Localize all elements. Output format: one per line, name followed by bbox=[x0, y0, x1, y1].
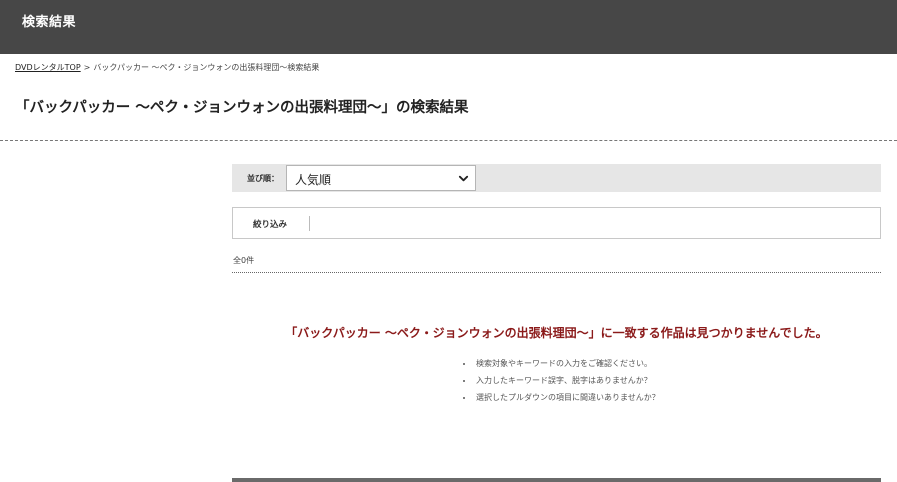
header-bar: 検索結果 bbox=[0, 0, 897, 54]
result-count: 全0件 bbox=[233, 256, 255, 265]
tip-item: 検索対象やキーワードの入力をご確認ください。 bbox=[474, 357, 660, 374]
filter-toggle[interactable]: 絞り込み bbox=[253, 218, 287, 230]
chevron-down-icon bbox=[458, 175, 469, 182]
breadcrumb-separator: > bbox=[83, 63, 91, 72]
sort-select[interactable]: 人気順 bbox=[286, 165, 476, 191]
filter-divider bbox=[309, 216, 310, 231]
sort-label: 並び順： bbox=[247, 174, 279, 183]
filter-box: 絞り込み bbox=[232, 207, 881, 239]
no-result-message: 「バックパッカー ～ペク・ジョンウォンの出張料理団～」に一致する作品は見つかりま… bbox=[285, 326, 828, 340]
tip-item: 入力したキーワード誤字、脱字はありませんか？ bbox=[474, 374, 660, 391]
sort-select-value: 人気順 bbox=[295, 173, 332, 187]
breadcrumb-current: バックパッカー ～ペク・ジョンウォンの出張料理団～検索結果 bbox=[93, 63, 320, 72]
tip-item: 選択したプルダウンの項目に間違いありませんか？ bbox=[474, 391, 660, 408]
title-divider bbox=[0, 140, 897, 141]
bottom-bar bbox=[232, 478, 881, 482]
header-title: 検索結果 bbox=[22, 15, 77, 30]
sort-bar: 並び順： 人気順 bbox=[232, 164, 881, 192]
page-title: 「バックパッカー ～ペク・ジョンウォンの出張料理団～」の検索結果 bbox=[15, 100, 469, 116]
breadcrumb: DVDレンタルTOP > バックパッカー ～ペク・ジョンウォンの出張料理団～検索結果 bbox=[15, 62, 319, 73]
count-divider bbox=[232, 272, 881, 273]
tips-list: 検索対象やキーワードの入力をご確認ください。 入力したキーワード誤字、脱字はあり… bbox=[462, 357, 660, 408]
breadcrumb-home-link[interactable]: DVDレンタルTOP bbox=[15, 63, 81, 72]
